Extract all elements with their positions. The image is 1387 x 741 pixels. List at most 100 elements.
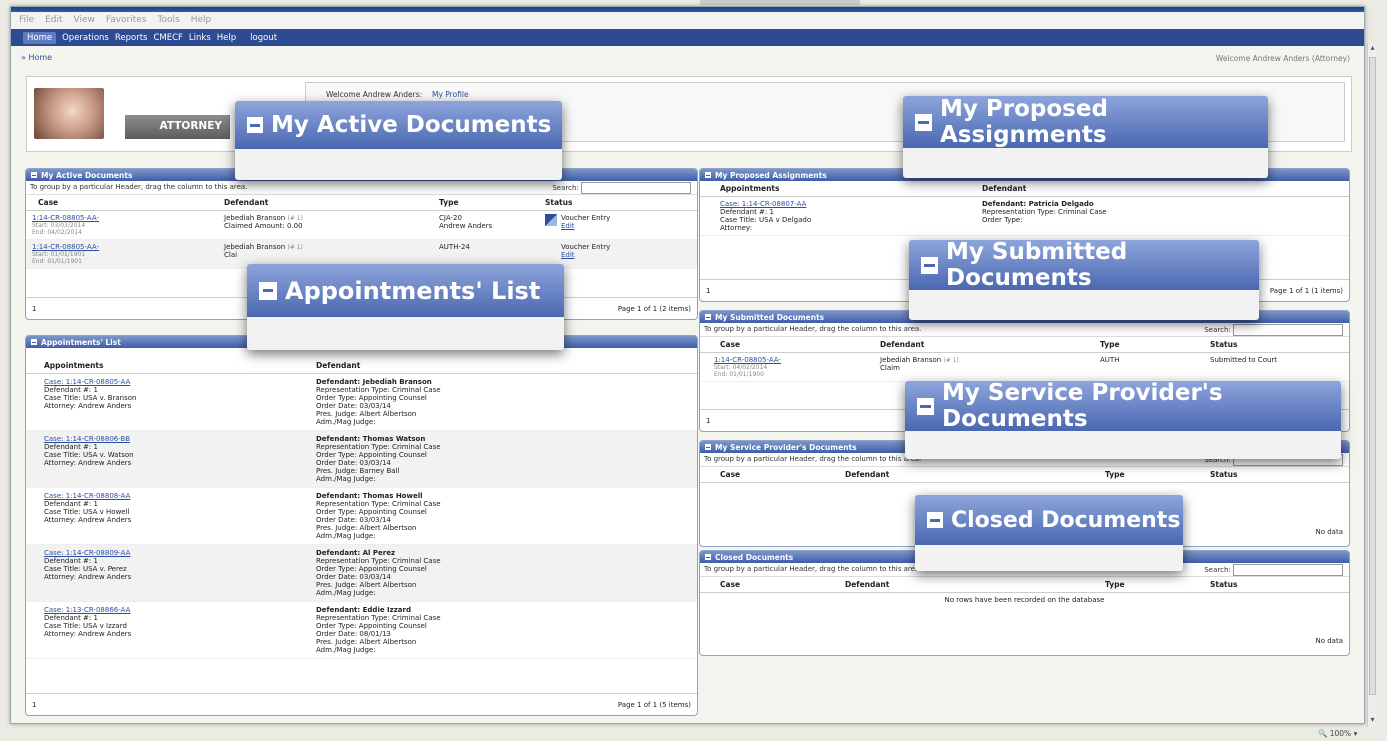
collapse-icon[interactable] — [31, 339, 37, 345]
col-appointments[interactable]: Appointments — [700, 184, 982, 193]
panel-title: My Proposed Assignments — [715, 170, 827, 180]
representation-type: Representation Type: Criminal Case — [316, 500, 441, 508]
callout-title: Closed Documents — [951, 507, 1181, 533]
callout-bar: My Service Provider's Documents — [905, 381, 1341, 432]
no-data-text: No data — [1315, 637, 1343, 645]
logout-link[interactable]: logout — [250, 33, 277, 43]
presiding-judge: Pres. Judge: Albert Albertson — [316, 638, 417, 646]
menu-file[interactable]: File — [19, 15, 34, 26]
menu-edit[interactable]: Edit — [45, 15, 62, 26]
cell-defendant: Jebediah Branson (# 1) Claim — [880, 356, 1100, 378]
attorney: Attorney: Andrew Anders — [44, 459, 132, 467]
col-status[interactable]: Status — [1210, 470, 1237, 479]
vertical-scrollbar[interactable]: ▴ ▾ — [1367, 43, 1376, 727]
col-case[interactable]: Case — [26, 198, 224, 207]
col-defendant[interactable]: Defendant — [880, 340, 1100, 349]
defendant-number: Defendant #: 1 — [44, 386, 98, 394]
menu-help[interactable]: Help — [191, 15, 212, 26]
col-status[interactable]: Status — [1210, 580, 1237, 589]
col-status[interactable]: Status — [1210, 340, 1237, 349]
zoom-level[interactable]: 🔍 100% ▾ — [1318, 729, 1357, 738]
menu-view[interactable]: View — [74, 15, 95, 26]
collapse-icon[interactable] — [705, 172, 711, 178]
edit-link[interactable]: Edit — [561, 251, 610, 259]
col-case[interactable]: Case — [700, 340, 880, 349]
nav-cmecf[interactable]: CMECF — [153, 33, 182, 43]
col-case[interactable]: Case — [700, 580, 845, 589]
nav-links[interactable]: Links — [189, 33, 211, 43]
case-link[interactable]: 1:14-CR-08805-AA- — [32, 243, 224, 251]
nav-reports[interactable]: Reports — [115, 33, 148, 43]
defendant-name: Defendant: Eddie Izzard — [316, 606, 411, 614]
case-link[interactable]: Case: 1:14-CR-08808-AA — [44, 492, 316, 500]
nav-home[interactable]: Home — [23, 31, 57, 44]
search-input[interactable] — [1233, 324, 1343, 336]
breadcrumb[interactable]: » Home — [21, 53, 52, 62]
collapse-icon[interactable] — [705, 444, 711, 450]
scroll-down-icon[interactable]: ▾ — [1368, 715, 1377, 727]
voucher-icon[interactable] — [545, 214, 557, 226]
page-number[interactable]: 1 — [706, 417, 710, 425]
table-header: Appointments Defendant — [700, 181, 1349, 197]
end-date: End: 01/01/1900 — [714, 371, 764, 378]
defendant-name: Defendant: Thomas Howell — [316, 492, 423, 500]
page-number[interactable]: 1 — [32, 305, 36, 313]
case-link[interactable]: Case: 1:13-CR-08866-AA — [44, 606, 316, 614]
col-case[interactable]: Case — [700, 470, 845, 479]
order-type: Order Type: — [982, 216, 1023, 224]
case-link[interactable]: Case: 1:14-CR-08806-BB — [44, 435, 316, 443]
scroll-up-icon[interactable]: ▴ — [1368, 43, 1377, 55]
table-row: 1:14-CR-08805-AA- Start: 03/03/2014 End:… — [26, 211, 697, 240]
col-defendant[interactable]: Defendant — [845, 470, 1105, 479]
collapse-icon[interactable] — [705, 554, 711, 560]
col-type[interactable]: Type — [1105, 470, 1210, 479]
search-input[interactable] — [581, 182, 691, 194]
col-defendant[interactable]: Defendant — [316, 361, 360, 370]
group-area[interactable]: To group by a particular Header, drag th… — [700, 323, 1349, 337]
case-link[interactable]: Case: 1:14-CR-08807-AA — [720, 200, 982, 208]
panel-title: Appointments' List — [41, 337, 121, 347]
collapse-icon — [915, 113, 932, 131]
cell-appointment: Case: 1:14-CR-08808-AA Defendant #: 1 Case… — [26, 492, 316, 540]
col-status[interactable]: Status — [545, 198, 572, 207]
nav-operations[interactable]: Operations — [62, 33, 109, 43]
table-row: Case: 1:13-CR-08866-AA Defendant #: 1 Case… — [26, 602, 697, 659]
case-link[interactable]: 1:14-CR-08805-AA- — [714, 356, 880, 364]
search-input[interactable] — [1233, 564, 1343, 576]
type-value: AUTH — [1100, 356, 1120, 364]
col-type[interactable]: Type — [1100, 340, 1210, 349]
panel-title: Closed Documents — [715, 552, 794, 562]
group-area[interactable]: To group by a particular Header, drag th… — [26, 181, 697, 195]
menu-favorites[interactable]: Favorites — [106, 15, 147, 26]
col-defendant[interactable]: Defendant — [845, 580, 1105, 589]
page-number[interactable]: 1 — [706, 287, 710, 295]
defendant-name: Jebediah Branson — [224, 243, 286, 251]
page-number[interactable]: 1 — [32, 701, 36, 709]
col-defendant[interactable]: Defendant — [982, 184, 1026, 193]
order-type: Order Type: Appointing Counsel — [316, 451, 427, 459]
case-link[interactable]: 1:14-CR-08805-AA- — [32, 214, 224, 222]
my-profile-link[interactable]: My Profile — [432, 90, 469, 99]
cell-defendant: Defendant: Al Perez Representation Type: … — [316, 549, 441, 597]
col-appointments[interactable]: Appointments — [26, 361, 316, 370]
collapse-icon[interactable] — [705, 314, 711, 320]
nav-help[interactable]: Help — [217, 33, 236, 43]
case-link[interactable]: Case: 1:14-CR-08809-AA — [44, 549, 316, 557]
col-defendant[interactable]: Defendant — [224, 198, 439, 207]
table-row: Case: 1:14-CR-08809-AA Defendant #: 1 Case… — [26, 545, 697, 602]
cell-defendant: Jebediah Branson (# 1) Claimed Amount: 0… — [224, 214, 439, 236]
col-type[interactable]: Type — [439, 198, 545, 207]
collapse-icon[interactable] — [31, 172, 37, 178]
cell-defendant: Defendant: Thomas Howell Representation T… — [316, 492, 441, 540]
defendant-name: Defendant: Al Perez — [316, 549, 396, 557]
col-type[interactable]: Type — [1105, 580, 1210, 589]
edit-link[interactable]: Edit — [561, 222, 610, 230]
case-link[interactable]: Case: 1:14-CR-08805-AA — [44, 378, 316, 386]
callout-title: Appointments' List — [285, 276, 541, 305]
group-hint: To group by a particular Header, drag th… — [704, 325, 922, 333]
menu-tools[interactable]: Tools — [158, 15, 180, 26]
callout-title: My Service Provider's Documents — [942, 381, 1223, 432]
cell-appointment: Case: 1:13-CR-08866-AA Defendant #: 1 Case… — [26, 606, 316, 654]
panel-title: My Submitted Documents — [715, 312, 825, 322]
scroll-thumb[interactable] — [1369, 57, 1376, 695]
